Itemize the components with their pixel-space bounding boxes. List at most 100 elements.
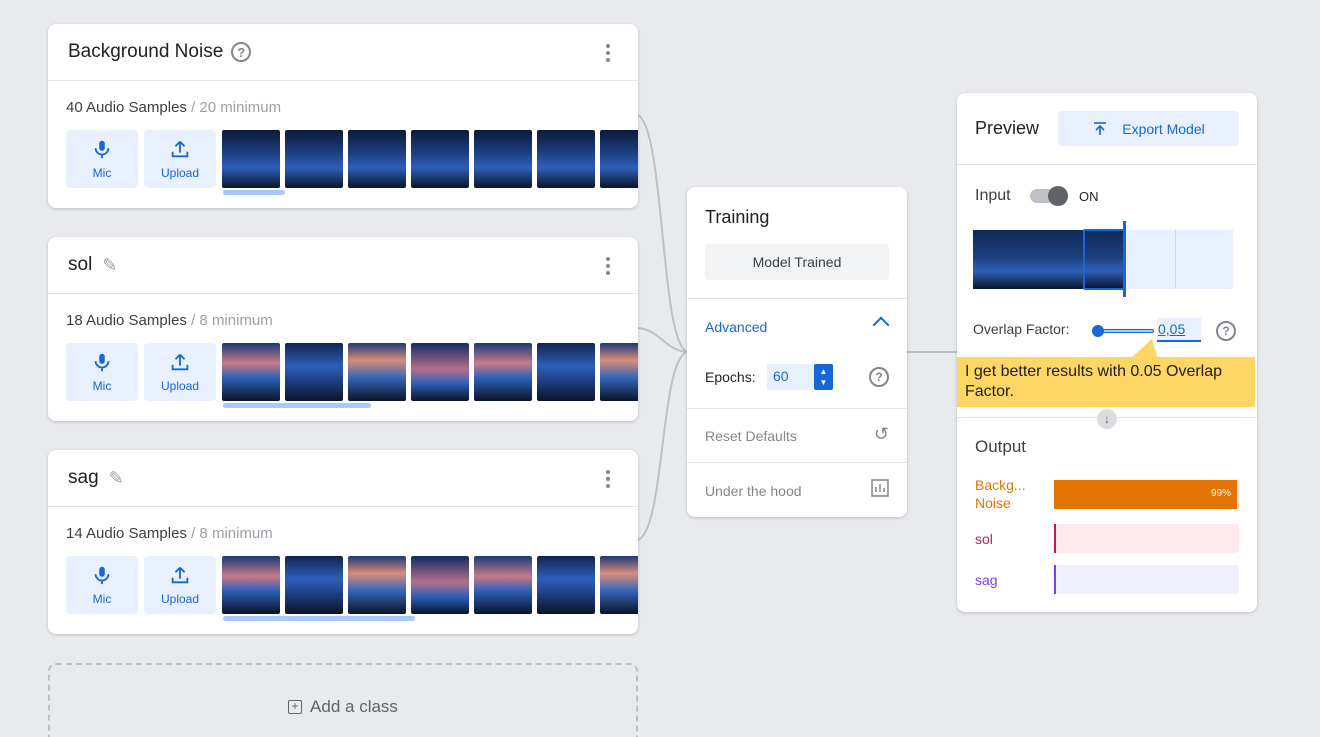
output-bar-fill [1054, 524, 1057, 553]
class-card-sol: sol ✎ 18 Audio Samples / 8 minimum Mic U… [48, 237, 638, 421]
pencil-icon[interactable]: ✎ [102, 255, 117, 276]
audio-sample-thumbnail[interactable] [537, 343, 595, 401]
sample-count: 18 Audio Samples / 8 minimum [66, 312, 273, 329]
audio-sample-thumbnail[interactable] [474, 556, 532, 614]
upload-icon [171, 141, 189, 158]
thumbnail-scrollbar[interactable] [223, 616, 415, 621]
chevron-up-icon[interactable] [872, 316, 890, 334]
mic-label: Mic [92, 379, 112, 393]
reset-defaults-link[interactable]: Reset Defaults [705, 428, 797, 444]
divider [687, 408, 907, 409]
audio-sample-thumbnail[interactable] [600, 130, 638, 188]
audio-sample-thumbnail[interactable] [285, 343, 343, 401]
mic-button[interactable]: Mic [66, 343, 138, 401]
audio-sample-thumbnail[interactable] [474, 343, 532, 401]
audio-sample-thumbnail[interactable] [222, 556, 280, 614]
class-header: sag ✎ [48, 450, 638, 507]
more-options-icon[interactable] [602, 470, 614, 488]
sample-row: Mic Upload [66, 130, 638, 188]
arrow-down-icon: ↓ [1097, 409, 1117, 429]
mic-label: Mic [92, 592, 112, 606]
help-icon[interactable]: ? [231, 42, 252, 62]
upload-label: Upload [160, 592, 200, 606]
output-name-line: Noise [975, 495, 1011, 511]
audio-sample-thumbnail[interactable] [600, 556, 638, 614]
class-header: Background Noise ? [48, 24, 638, 81]
mic-button[interactable]: Mic [66, 556, 138, 614]
sample-minimum: / 20 minimum [191, 99, 282, 116]
audio-sample-thumbnail[interactable] [348, 343, 406, 401]
divider [957, 164, 1257, 165]
output-name-line: sol [975, 531, 993, 547]
add-class-label: Add a class [310, 697, 398, 716]
epochs-label: Epochs: [705, 369, 756, 385]
audio-sample-thumbnail[interactable] [222, 130, 280, 188]
class-card-sag: sag ✎ 14 Audio Samples / 8 minimum Mic U… [48, 450, 638, 634]
add-class-button[interactable]: + Add a class [48, 663, 638, 737]
output-class-name: sol [975, 530, 993, 548]
mic-icon [94, 140, 110, 159]
upload-label: Upload [160, 166, 200, 180]
waveform-gridline [1175, 230, 1176, 289]
audio-sample-thumbnail[interactable] [411, 556, 469, 614]
audio-sample-thumbnail[interactable] [474, 130, 532, 188]
mic-button[interactable]: Mic [66, 130, 138, 188]
audio-sample-thumbnail[interactable] [348, 130, 406, 188]
class-title[interactable]: sag [68, 467, 99, 489]
input-label: Input [975, 187, 1011, 204]
under-the-hood-link[interactable]: Under the hood [705, 483, 802, 499]
model-trained-button[interactable]: Model Trained [705, 244, 889, 280]
audio-sample-thumbnail[interactable] [285, 130, 343, 188]
more-options-icon[interactable] [602, 44, 614, 62]
divider [687, 462, 907, 463]
thumbnail-scrollbar[interactable] [223, 190, 285, 195]
class-title[interactable]: Background Noise [68, 41, 223, 63]
epochs-stepper[interactable]: ▲ ▼ [814, 364, 833, 390]
output-confidence-bar [1054, 524, 1239, 553]
divider [687, 298, 907, 299]
output-class-name: Backg... Noise [975, 476, 1026, 512]
output-label: Output [975, 437, 1027, 456]
sample-minimum: / 8 minimum [191, 525, 273, 542]
help-icon[interactable]: ? [869, 367, 889, 387]
input-toggle[interactable] [1030, 186, 1068, 206]
audio-sample-thumbnail[interactable] [411, 130, 469, 188]
more-options-icon[interactable] [602, 257, 614, 275]
thumbnail-scrollbar[interactable] [223, 403, 371, 408]
thumbnail-strip [222, 130, 638, 188]
audio-sample-thumbnail[interactable] [411, 343, 469, 401]
help-icon[interactable]: ? [1216, 321, 1236, 341]
audio-sample-thumbnail[interactable] [537, 556, 595, 614]
training-title: Training [705, 207, 770, 227]
export-model-button[interactable]: Export Model [1058, 111, 1239, 146]
tooltip-pointer [1129, 339, 1173, 359]
class-title[interactable]: sol [68, 254, 92, 276]
toggle-state: ON [1079, 189, 1099, 204]
overlap-slider-handle[interactable] [1092, 325, 1104, 337]
output-name-line: Backg... [975, 477, 1026, 493]
thumbnail-strip [222, 556, 638, 614]
sample-count-value: 18 Audio Samples [66, 312, 187, 329]
sample-count-value: 40 Audio Samples [66, 99, 187, 116]
upload-label: Upload [160, 379, 200, 393]
audio-sample-thumbnail[interactable] [222, 343, 280, 401]
sample-row: Mic Upload [66, 343, 638, 401]
audio-sample-thumbnail[interactable] [537, 130, 595, 188]
upload-button[interactable]: Upload [144, 343, 216, 401]
overlap-factor-label: Overlap Factor: [973, 321, 1070, 337]
audio-sample-thumbnail[interactable] [348, 556, 406, 614]
audio-sample-thumbnail[interactable] [600, 343, 638, 401]
output-bar-fill [1054, 480, 1238, 509]
advanced-toggle[interactable]: Advanced [705, 319, 767, 335]
history-icon[interactable]: ↺ [874, 424, 889, 445]
output-bar-fill [1054, 565, 1057, 594]
pencil-icon[interactable]: ✎ [109, 468, 124, 489]
upload-icon [171, 354, 189, 371]
upload-button[interactable]: Upload [144, 556, 216, 614]
upload-button[interactable]: Upload [144, 130, 216, 188]
sample-row: Mic Upload [66, 556, 638, 614]
mic-icon [94, 353, 110, 372]
mic-label: Mic [92, 166, 112, 180]
bar-chart-icon[interactable] [871, 479, 889, 502]
audio-sample-thumbnail[interactable] [285, 556, 343, 614]
